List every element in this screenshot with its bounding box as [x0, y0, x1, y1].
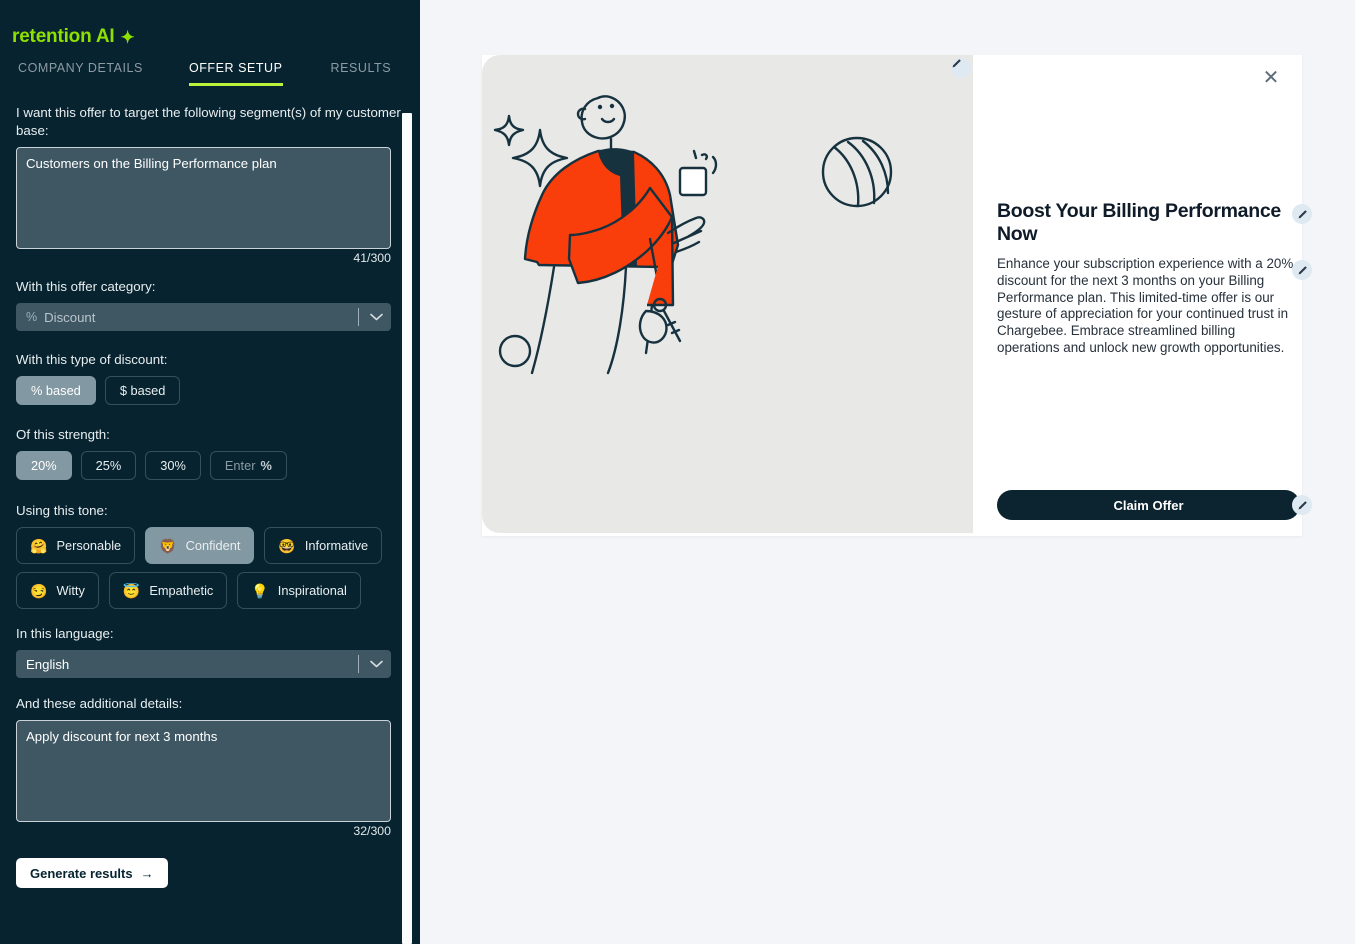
- language-select[interactable]: English: [16, 650, 391, 678]
- close-icon[interactable]: ✕: [1260, 67, 1282, 89]
- pencil-icon: [952, 59, 961, 68]
- app-root: retention AI ✦ COMPANY DETAILS OFFER SET…: [0, 0, 1355, 944]
- tone-personable-button[interactable]: 🤗 Personable: [16, 527, 136, 564]
- tab-bar: COMPANY DETAILS OFFER SETUP RESULTS: [0, 48, 420, 86]
- tone-label: Using this tone:: [16, 503, 108, 518]
- language-select-divider: [358, 655, 359, 673]
- strength-custom-placeholder: Enter: [224, 458, 256, 473]
- sidebar-scroll-area: I want this offer to target the followin…: [0, 104, 420, 944]
- offer-category-value: Discount: [44, 309, 96, 325]
- claim-offer-button[interactable]: Claim Offer: [997, 490, 1300, 520]
- discount-type-options: % based $ based: [16, 376, 404, 405]
- tone-empathetic-label: Empathetic: [149, 583, 214, 598]
- pencil-icon: [1298, 500, 1307, 509]
- discount-type-percent-button[interactable]: % based: [16, 376, 96, 405]
- generate-results-button[interactable]: Generate results →: [16, 858, 168, 888]
- strength-label: Of this strength:: [16, 427, 110, 442]
- tone-informative-button[interactable]: 🤓 Informative: [264, 527, 383, 564]
- tone-inspirational-button[interactable]: 💡 Inspirational: [237, 572, 361, 609]
- percent-icon: %: [26, 309, 38, 324]
- tone-options-row-1: 🤗 Personable 🦁 Confident 🤓 Informative: [16, 527, 404, 564]
- strength-custom-input[interactable]: Enter %: [209, 451, 287, 480]
- segment-field-wrap: [16, 147, 404, 249]
- hugging-face-emoji: 🤗: [30, 537, 48, 554]
- edit-description-button[interactable]: [1292, 260, 1312, 280]
- discount-type-dollar-button[interactable]: $ based: [104, 376, 181, 405]
- details-input[interactable]: [16, 720, 391, 822]
- details-label: And these additional details:: [16, 696, 183, 711]
- halo-face-emoji: 😇: [122, 582, 141, 599]
- language-value: English: [26, 656, 70, 672]
- offer-category-select[interactable]: % Discount: [16, 303, 391, 331]
- brand-logo: retention AI ✦: [0, 0, 420, 48]
- category-label: With this offer category:: [16, 279, 156, 294]
- tab-company-details[interactable]: COMPANY DETAILS: [18, 61, 143, 86]
- tone-informative-label: Informative: [304, 538, 369, 553]
- pencil-icon: [1298, 209, 1307, 218]
- segment-counter: 41/300: [353, 251, 391, 265]
- offer-content: ✕ Boost Your Billing Performance Now Enh…: [973, 55, 1312, 536]
- lightbulb-emoji: 💡: [251, 582, 269, 599]
- segment-label: I want this offer to target the followin…: [16, 105, 401, 138]
- select-divider: [358, 308, 359, 326]
- strength-20-button[interactable]: 20%: [16, 451, 72, 480]
- sparkle-icon: ✦: [120, 27, 135, 47]
- chevron-down-icon: [370, 650, 383, 678]
- generate-results-label: Generate results: [30, 865, 133, 881]
- tone-personable-label: Personable: [56, 538, 122, 553]
- details-field-wrap: [16, 720, 404, 822]
- person-holding-phone-illustration: [493, 95, 893, 375]
- strength-25-button[interactable]: 25%: [80, 451, 137, 480]
- language-label: In this language:: [16, 626, 114, 641]
- lion-emoji: 🦁: [159, 537, 177, 554]
- edit-cta-button[interactable]: [1292, 495, 1312, 515]
- tone-witty-button[interactable]: 😏 Witty: [16, 572, 99, 609]
- segment-input[interactable]: [16, 147, 391, 249]
- tone-empathetic-button[interactable]: 😇 Empathetic: [108, 572, 228, 609]
- tab-offer-setup[interactable]: OFFER SETUP: [188, 61, 283, 86]
- offer-illustration: [482, 55, 973, 533]
- strength-options: 20% 25% 30% Enter %: [16, 451, 404, 480]
- edit-illustration-button[interactable]: [951, 58, 971, 78]
- discount-type-label: With this type of discount:: [16, 352, 168, 367]
- tone-inspirational-label: Inspirational: [277, 583, 347, 598]
- pencil-icon: [1298, 265, 1307, 274]
- chevron-down-icon: [370, 303, 383, 331]
- preview-area: ✕ Boost Your Billing Performance Now Enh…: [420, 0, 1355, 944]
- details-counter: 32/300: [353, 824, 391, 838]
- tone-options-row-2: 😏 Witty 😇 Empathetic 💡 Inspirational: [16, 572, 404, 609]
- tone-confident-button[interactable]: 🦁 Confident: [145, 527, 255, 564]
- smirking-face-emoji: 😏: [30, 582, 48, 599]
- sidebar: retention AI ✦ COMPANY DETAILS OFFER SET…: [0, 0, 420, 944]
- offer-title: Boost Your Billing Performance Now: [997, 200, 1281, 245]
- arrow-right-icon: →: [140, 865, 154, 881]
- offer-preview-card: ✕ Boost Your Billing Performance Now Enh…: [482, 55, 1312, 536]
- strength-custom-suffix: %: [260, 458, 272, 473]
- brand-name: retention AI: [12, 26, 115, 47]
- offer-description: Enhance your subscription experience wit…: [997, 256, 1294, 355]
- tone-witty-label: Witty: [56, 583, 85, 598]
- nerd-face-emoji: 🤓: [278, 537, 296, 554]
- tab-results[interactable]: RESULTS: [331, 61, 392, 86]
- strength-30-button[interactable]: 30%: [145, 451, 201, 480]
- sidebar-scrollbar-thumb[interactable]: [402, 113, 412, 944]
- edit-title-button[interactable]: [1292, 204, 1312, 224]
- tone-confident-label: Confident: [185, 538, 241, 553]
